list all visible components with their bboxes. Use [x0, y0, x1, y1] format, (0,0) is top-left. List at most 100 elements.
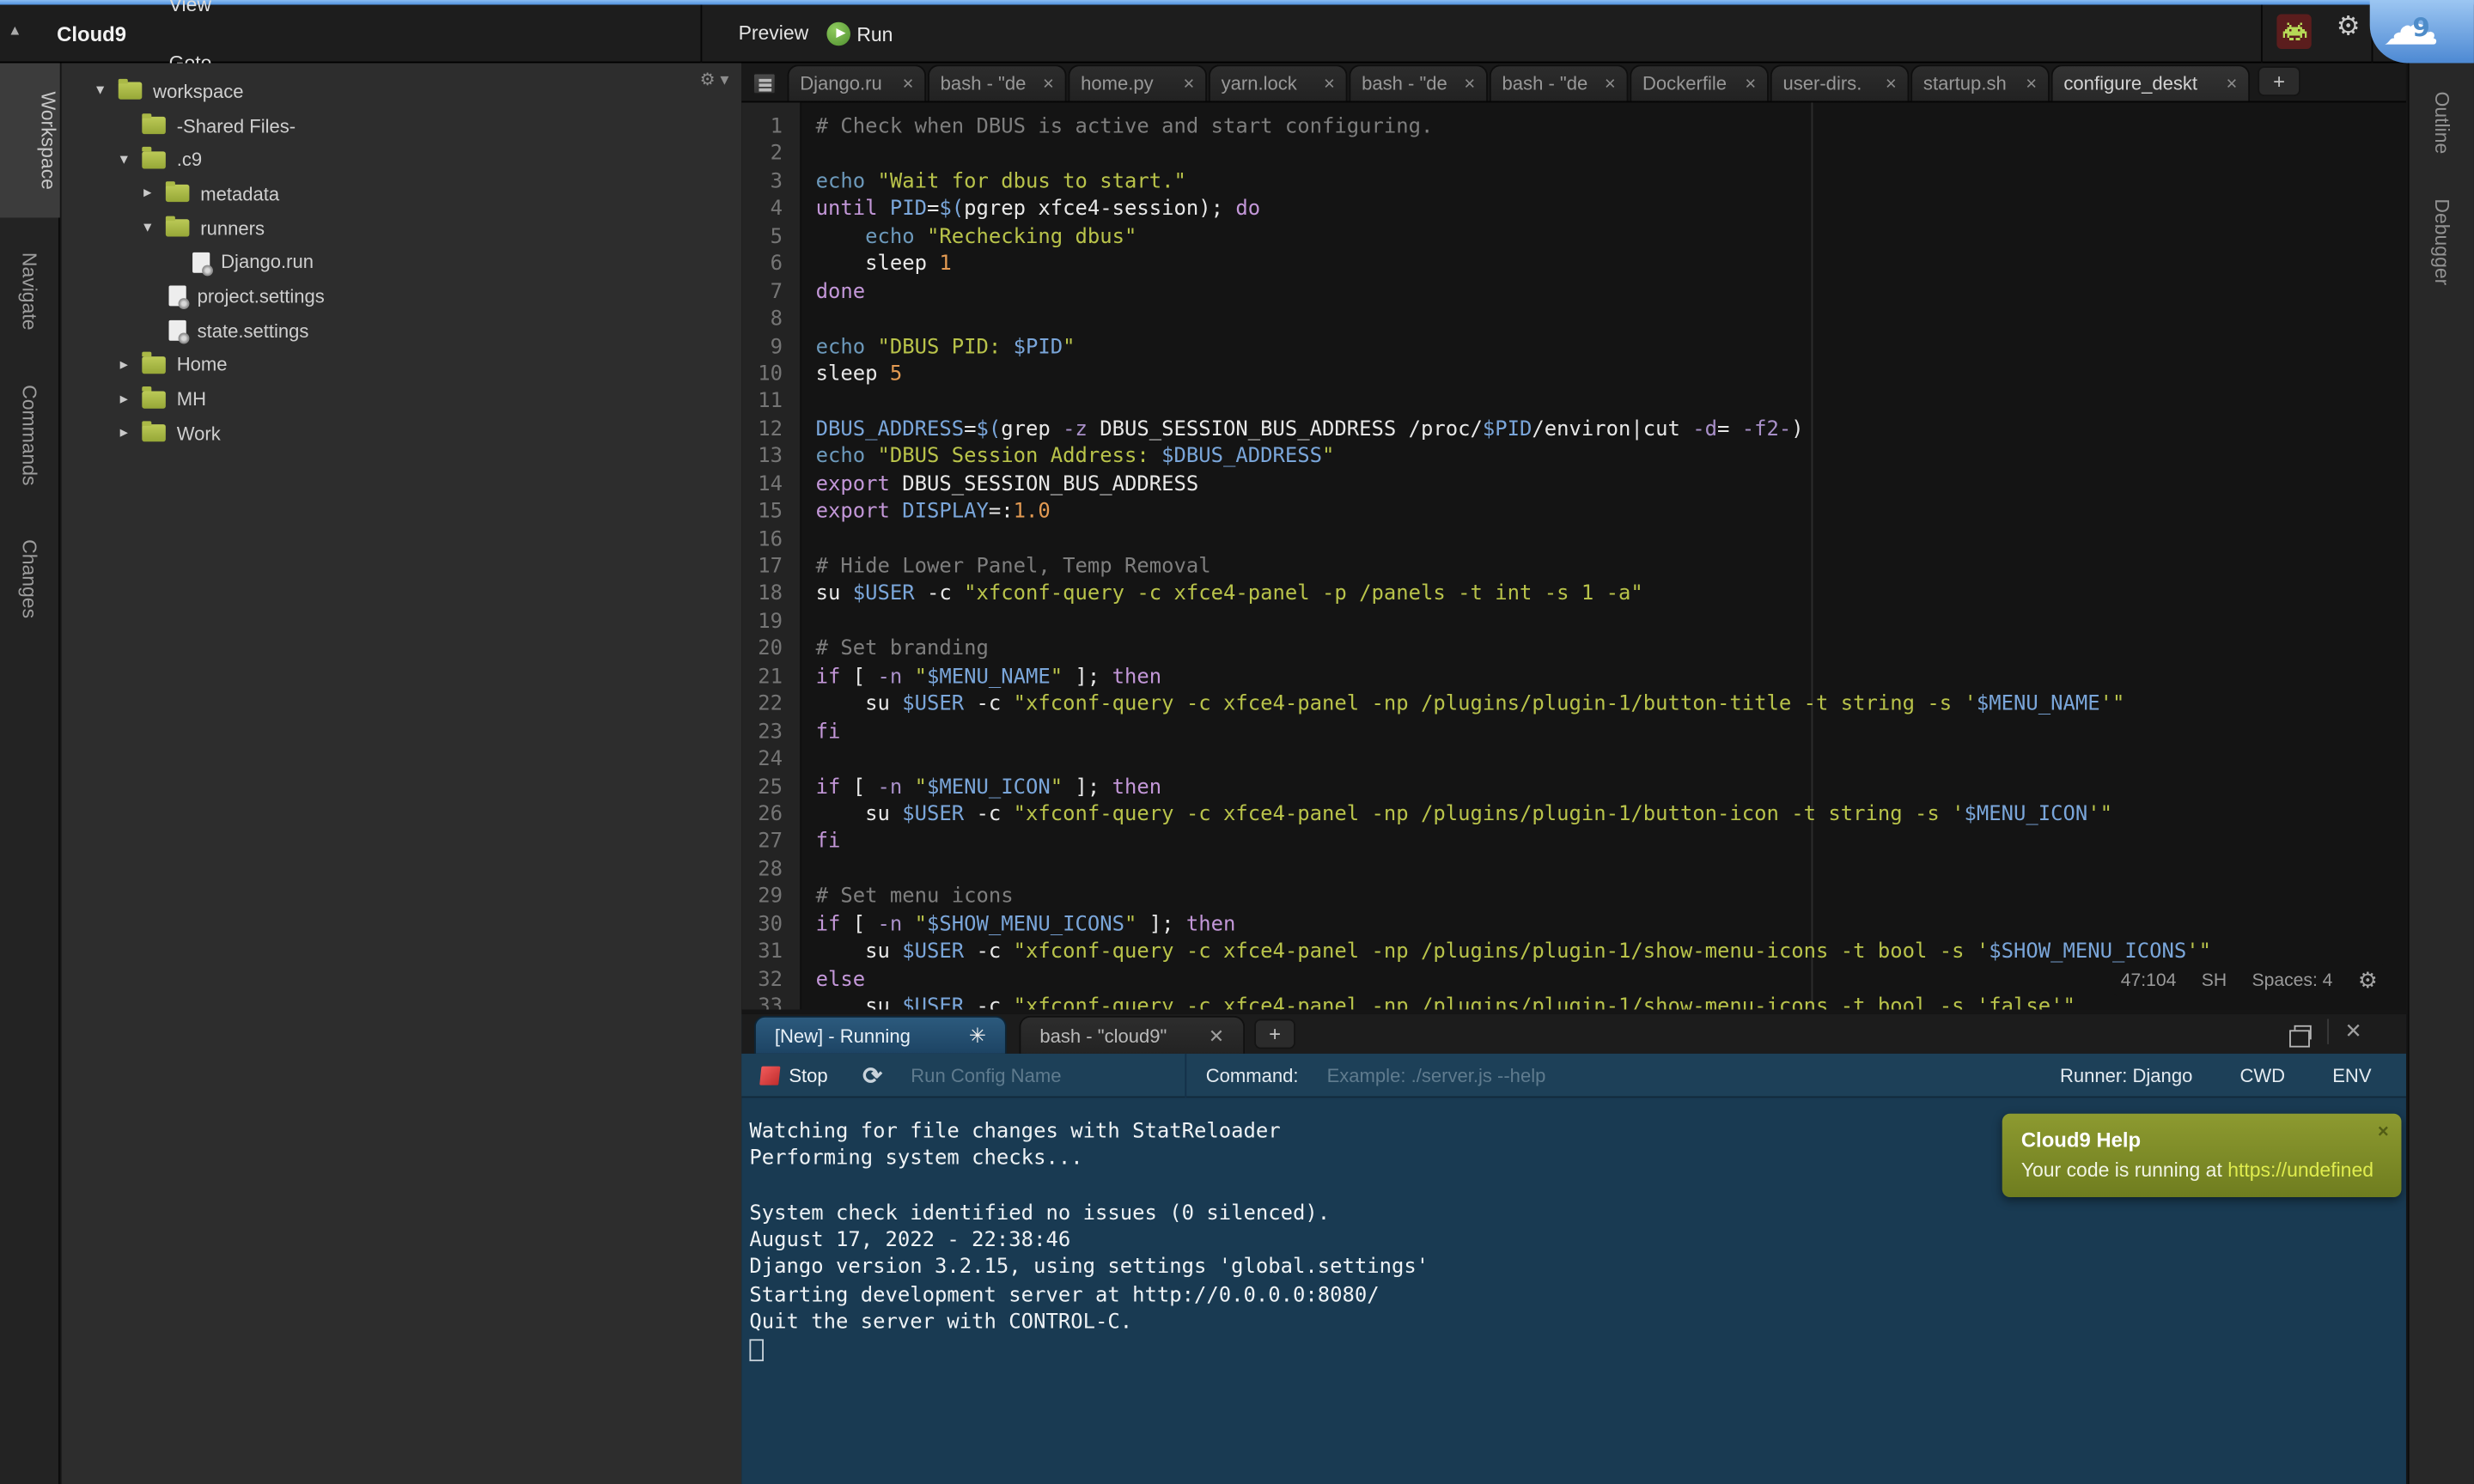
editor-tab-configure-deskt[interactable]: configure_deskt× [2051, 64, 2250, 100]
close-icon[interactable]: × [2227, 72, 2238, 94]
editor-tab-yarn-lock[interactable]: yarn.lock× [1209, 64, 1348, 100]
tree-item-shared-files[interactable]: -Shared Files- [62, 108, 742, 143]
close-icon[interactable]: ✕ [1209, 1025, 1224, 1047]
stop-button[interactable]: Stop [760, 1064, 827, 1086]
folder-icon [166, 186, 190, 203]
chevron-right-icon[interactable]: ▸ [120, 391, 143, 408]
command-label: Command: [1206, 1064, 1299, 1086]
editor-tab-dockerfile[interactable]: Dockerfile × [1630, 64, 1769, 100]
tree-item-work[interactable]: ▸Work [62, 417, 742, 451]
editor-tab-bash-de[interactable]: bash - "de × [1349, 64, 1488, 100]
editor-tab-user-dirs[interactable]: user-dirs.× [1770, 64, 1910, 100]
code-line: 7done [741, 278, 2406, 306]
tree-item-project-settings[interactable]: project.settings [62, 279, 742, 313]
line-number: 5 [741, 223, 792, 251]
run-config-name-input[interactable]: Run Config Name [911, 1064, 1163, 1086]
chevron-right-icon[interactable]: ▸ [120, 356, 143, 374]
maximize-panel-icon[interactable] [2294, 1025, 2312, 1039]
code-text [792, 609, 816, 636]
line-number: 4 [741, 196, 792, 223]
runner-selector[interactable]: Runner: Django [2060, 1064, 2192, 1086]
chevron-right-icon[interactable]: ▸ [143, 186, 166, 203]
cloud9-logo: ☁ 9 [2382, 3, 2454, 57]
syntax-mode[interactable]: SH [2202, 970, 2227, 989]
close-icon[interactable]: × [1043, 72, 1054, 94]
collapse-triangle-icon[interactable]: ▲ [8, 22, 21, 38]
menu-cloud9[interactable]: Cloud9 [47, 22, 149, 46]
sidebar-tab-debugger[interactable]: Debugger [2430, 182, 2453, 301]
command-input[interactable]: Example: ./server.js --help [1327, 1064, 1642, 1086]
line-number: 6 [741, 251, 792, 278]
code-text: done [792, 278, 865, 306]
close-icon[interactable]: × [1324, 72, 1335, 94]
chevron-right-icon[interactable]: ▸ [120, 424, 143, 441]
code-line: 30if [ -n "$SHOW_MENU_ICONS" ]; then [741, 911, 2406, 939]
folder-icon [119, 82, 143, 100]
line-number: 1 [741, 113, 792, 141]
code-text: fi [792, 719, 840, 746]
chevron-down-icon[interactable]: ▾ [96, 82, 119, 100]
editor-tab-label: bash - "de [1362, 72, 1458, 94]
line-number: 25 [741, 774, 792, 801]
code-line: 4until PID=$(pgrep xfce4-session); do [741, 196, 2406, 223]
code-area[interactable]: 1# Check when DBUS is active and start c… [741, 102, 2406, 1009]
chevron-down-icon[interactable]: ▾ [143, 219, 166, 236]
editor-tab-label: Dockerfile [1642, 72, 1739, 94]
tree-item-state-settings[interactable]: state.settings [62, 313, 742, 348]
close-icon[interactable]: × [903, 72, 914, 94]
close-icon[interactable]: × [1183, 72, 1194, 94]
line-number: 8 [741, 306, 792, 333]
menu-view[interactable]: View [149, 0, 259, 33]
chevron-down-icon[interactable]: ▾ [120, 151, 143, 168]
sidebar-tab-workspace[interactable]: Workspace [0, 63, 59, 218]
popup-close-icon[interactable]: × [2378, 1120, 2389, 1142]
close-icon[interactable]: × [1745, 72, 1756, 94]
new-editor-tab-button[interactable]: + [2258, 66, 2300, 96]
close-icon[interactable]: × [1886, 72, 1897, 94]
tree-item-metadata[interactable]: ▸metadata [62, 177, 742, 211]
editor-tab-home-py[interactable]: home.py× [1068, 64, 1207, 100]
code-line: 6 sleep 1 [741, 251, 2406, 278]
sidebar-tab-outline[interactable]: Outline [2430, 76, 2453, 169]
tree-item-django-run[interactable]: Django.run [62, 245, 742, 279]
terminal-line: August 17, 2022 - 22:38:46 [749, 1227, 2406, 1255]
tree-item-c9[interactable]: ▾.c9 [62, 143, 742, 177]
tree-item-label: Django.run [221, 252, 314, 274]
tree-settings-gear-icon[interactable]: ⚙ ▾ [700, 70, 729, 90]
tab-list-icon[interactable] [753, 72, 777, 94]
sidebar-tab-navigate[interactable]: Navigate [18, 234, 40, 350]
env-button[interactable]: ENV [2332, 1064, 2371, 1086]
close-icon[interactable]: × [1605, 72, 1616, 94]
new-console-tab-button[interactable]: + [1254, 1019, 1295, 1049]
debug-bug-icon[interactable] [2276, 15, 2311, 49]
settings-gear-icon[interactable]: ⚙ [2337, 11, 2361, 43]
console-tab-bash-cloud9[interactable]: bash - "cloud9"✕ [1020, 1016, 1246, 1054]
spaces-setting[interactable]: Spaces: 4 [2252, 970, 2332, 989]
tree-item-home[interactable]: ▸Home [62, 348, 742, 382]
cursor-position[interactable]: 47:104 [2121, 970, 2177, 989]
console-tab-new-running[interactable]: [New] - Running✳ [754, 1016, 1007, 1054]
editor-tab-bash-de[interactable]: bash - "de× [1490, 64, 1629, 100]
sidebar-tab-commands[interactable]: Commands [18, 365, 40, 503]
restart-icon[interactable]: ⟳ [862, 1061, 882, 1089]
menubar: Cloud9 FileEditFindViewGotoRunToolsWindo… [47, 5, 259, 64]
close-panel-icon[interactable]: ✕ [2345, 1019, 2362, 1044]
tree-item-workspace[interactable]: ▾workspace [62, 74, 742, 108]
tree-item-runners[interactable]: ▾runners [62, 211, 742, 246]
editor-settings-gear-icon[interactable]: ⚙ [2358, 967, 2378, 994]
run-button[interactable]: Run [826, 5, 893, 64]
editor-tab-startup-sh[interactable]: startup.sh× [1910, 64, 2050, 100]
close-icon[interactable]: × [1464, 72, 1475, 94]
code-line: 11 [741, 389, 2406, 417]
close-icon[interactable]: × [2026, 72, 2037, 94]
preview-button[interactable]: Preview [722, 5, 824, 64]
code-text: su $USER -c "xfconf-query -c xfce4-panel… [792, 691, 2124, 719]
popup-link[interactable]: https://undefined [2227, 1159, 2373, 1182]
editor-tab-django-ru[interactable]: Django.ru× [788, 64, 927, 100]
sidebar-tab-changes[interactable]: Changes [18, 520, 40, 636]
editor-tab-bash-de[interactable]: bash - "de× [928, 64, 1067, 100]
code-text: su $USER -c "xfconf-query -c xfce4-panel… [792, 581, 1643, 609]
code-line: 17# Hide Lower Panel, Temp Removal [741, 554, 2406, 581]
tree-item-mh[interactable]: ▸MH [62, 382, 742, 417]
cwd-button[interactable]: CWD [2239, 1064, 2285, 1086]
